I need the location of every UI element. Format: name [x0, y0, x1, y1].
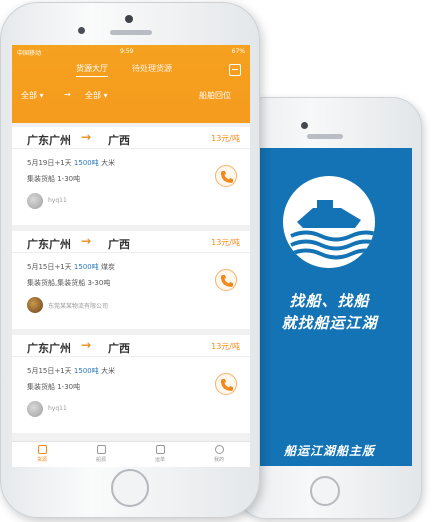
origin-filter[interactable]: 全部 ▾: [21, 90, 44, 101]
status-bar: 中国移动 9:59 67%: [12, 45, 250, 57]
load-date: 5月19日+1天: [27, 159, 72, 167]
camera-icon: [301, 122, 308, 129]
avatar: [27, 297, 43, 313]
cargo-type: 大米: [100, 159, 115, 167]
slogan-line-1: 找船、找船: [289, 292, 370, 310]
slogan-line-2: 就找船运江湖: [281, 314, 378, 332]
ship-requirement: 集装货船,集装货船 3-30吨: [27, 279, 111, 287]
publisher-name: hyq11: [48, 405, 67, 412]
tab-pending-cargo[interactable]: 待处理货源: [132, 63, 172, 74]
tab-cargo-label: 货源: [36, 457, 47, 463]
sensor-icon: [78, 27, 85, 34]
user-icon: [214, 445, 224, 454]
avatar: [27, 193, 43, 209]
tab-ships-label: 船源: [95, 457, 106, 463]
avatar: [27, 401, 43, 417]
freight-price: 13元/吨: [211, 134, 240, 143]
card-header: 广东广州 → 广西 13元/吨: [12, 127, 250, 149]
route-origin: 广东广州: [27, 238, 71, 251]
tab-profile[interactable]: 我的: [204, 445, 234, 463]
ship-icon: [96, 445, 106, 454]
top-tabs: 货源大厅 待处理货源: [12, 63, 250, 79]
route-destination: 广西: [108, 238, 130, 251]
route-origin: 广东广州: [27, 134, 71, 147]
freight-price: 13元/吨: [211, 342, 240, 351]
route-arrow-icon: →: [81, 338, 92, 352]
ship-requirement: 集装货船 1-30吨: [27, 175, 81, 183]
destination-filter-label: 全部: [85, 91, 101, 100]
phone-call-icon[interactable]: [215, 373, 237, 395]
tab-ships[interactable]: 船源: [86, 445, 116, 463]
tab-waybill-label: 运单: [154, 457, 165, 463]
battery-level: 67%: [231, 48, 245, 55]
carrier-label: 中国移动: [17, 50, 42, 57]
card-header: 广东广州 → 广西 13元/吨: [12, 335, 250, 357]
tab-cargo[interactable]: 货源: [27, 445, 57, 463]
route-destination: 广西: [108, 342, 130, 355]
card-header: 广东广州 → 广西 13元/吨: [12, 231, 250, 253]
home-button[interactable]: [111, 469, 149, 507]
app-header: 中国移动 9:59 67% 货源大厅 待处理货源 全部 ▾ → 全部 ▾ 船舶回…: [12, 45, 250, 123]
cargo-details: 5月15日+1天 1500吨 煤炭: [27, 262, 115, 272]
destination-filter[interactable]: 全部 ▾: [85, 90, 108, 101]
route-arrow-icon: →: [81, 130, 92, 144]
route-filters: 全部 ▾ → 全部 ▾ 船舶回位: [12, 90, 250, 104]
brand-name: 船运江湖船主版: [283, 444, 375, 458]
speaker-grille: [307, 134, 343, 139]
app-screen: 中国移动 9:59 67% 货源大厅 待处理货源 全部 ▾ → 全部 ▾ 船舶回…: [12, 45, 250, 467]
route-origin: 广东广州: [27, 342, 71, 355]
load-date: 5月15日+1天: [27, 263, 72, 271]
phone-call-icon[interactable]: [215, 269, 237, 291]
freight-price: 13元/吨: [211, 238, 240, 247]
scan-icon[interactable]: [229, 64, 241, 76]
phone-call-icon[interactable]: [215, 165, 237, 187]
tab-waybill[interactable]: 运单: [145, 445, 175, 463]
load-date: 5月15日+1天: [27, 367, 72, 375]
clock: 9:59: [120, 48, 134, 55]
cargo-card[interactable]: 广东广州 → 广西 13元/吨 5月19日+1天 1500吨 大米 集装货船 1…: [12, 127, 250, 225]
tab-profile-label: 我的: [213, 457, 224, 463]
cargo-tonnage: 1500吨: [73, 367, 99, 375]
cargo-tonnage: 1500吨: [73, 159, 99, 167]
route-arrow-icon: →: [81, 234, 92, 248]
cube-icon: [37, 445, 47, 454]
post-button[interactable]: 船舶回位: [199, 90, 231, 101]
ship-logo-icon: [283, 176, 375, 268]
splash-screen: 找船、找船 就找船运江湖 船运江湖船主版: [247, 148, 412, 466]
publisher-name: hyq11: [48, 197, 67, 204]
cargo-details: 5月15日+1天 1500吨 大米: [27, 366, 115, 376]
cargo-tonnage: 1500吨: [73, 263, 99, 271]
arrow-right-icon: →: [64, 90, 71, 99]
cargo-card[interactable]: 广东广州 → 广西 13元/吨 5月15日+1天 1500吨 煤炭 集装货船,集…: [12, 231, 250, 329]
speaker-grille: [110, 30, 152, 35]
route-destination: 广西: [108, 134, 130, 147]
camera-icon: [125, 15, 133, 23]
cargo-type: 大米: [100, 367, 115, 375]
bottom-tabbar: 货源 船源 运单 我的: [12, 441, 250, 467]
cargo-card[interactable]: 广东广州 → 广西 13元/吨 5月15日+1天 1500吨 大米 集装货船 1…: [12, 335, 250, 433]
back-phone: 找船、找船 就找船运江湖 船运江湖船主版: [236, 97, 422, 519]
home-button[interactable]: [310, 476, 340, 506]
ship-requirement: 集装货船 1-30吨: [27, 383, 81, 391]
cargo-details: 5月19日+1天 1500吨 大米: [27, 158, 115, 168]
origin-filter-label: 全部: [21, 91, 37, 100]
document-icon: [155, 445, 165, 454]
front-phone: 中国移动 9:59 67% 货源大厅 待处理货源 全部 ▾ → 全部 ▾ 船舶回…: [0, 2, 260, 518]
tab-cargo-hall[interactable]: 货源大厅: [76, 63, 108, 77]
publisher-name: 东莞某某物流有限公司: [48, 303, 109, 310]
cargo-type: 煤炭: [100, 263, 115, 271]
